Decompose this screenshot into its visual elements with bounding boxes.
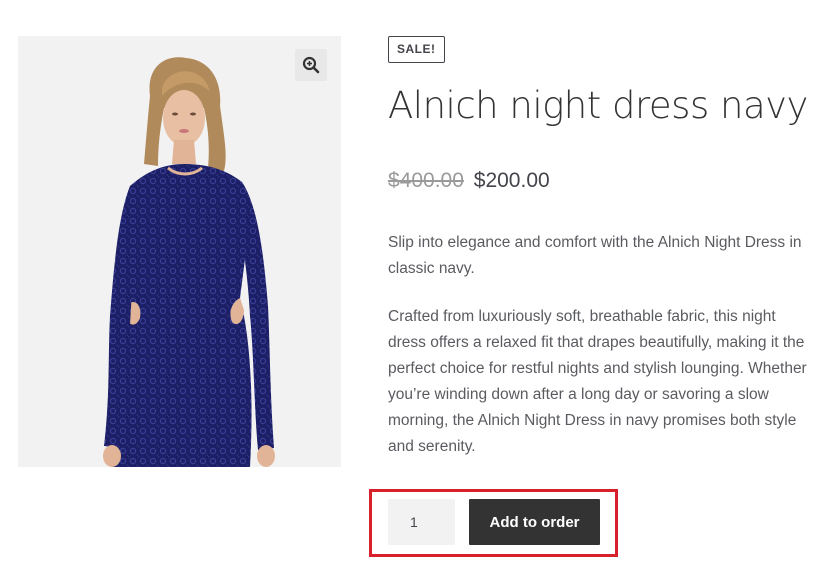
product-gallery [18, 36, 341, 467]
description-paragraph-2: Crafted from luxuriously soft, breathabl… [388, 308, 807, 455]
description-paragraph-1: Slip into elegance and comfort with the … [388, 234, 802, 277]
product-image[interactable] [18, 36, 341, 467]
zoom-button[interactable] [295, 49, 327, 81]
product-title: Alnich night dress navy [388, 84, 808, 127]
price: $400.00 $200.00 [388, 167, 550, 195]
sale-price: $200.00 [473, 169, 550, 192]
quantity-input[interactable] [388, 499, 455, 545]
sale-badge: SALE! [388, 36, 445, 63]
original-price: $400.00 [388, 169, 464, 192]
add-to-order-button[interactable]: Add to order [469, 499, 600, 545]
zoom-in-icon [302, 56, 320, 74]
